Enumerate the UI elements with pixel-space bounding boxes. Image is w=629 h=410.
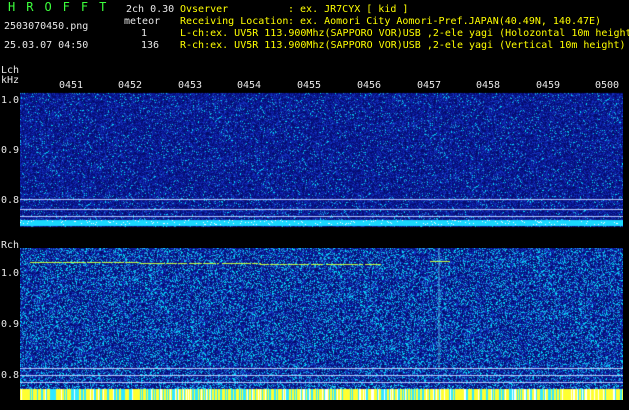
observer-label: Ovserver [180,4,229,15]
rch-spectrogram [20,248,623,400]
lch-time-0500: 0500 [595,80,620,91]
lch-info: L-ch:ex. UV5R 113.900Mhz(SAPPORO VOR)USB… [180,28,629,39]
lch-time-0458: 0458 [476,80,501,91]
meteor-count-lch: 1 [141,28,148,39]
lch-ytick-0-9: 0.9 [1,145,20,156]
lch-time-0451: 0451 [59,80,84,91]
rch-info: R-ch:ex. UV5R 113.900Mhz(SAPPORO VOR)USB… [180,40,626,51]
lch-time-0455: 0455 [297,80,322,91]
meteor-label: meteor [124,16,161,27]
app-brand: HROFFT [8,0,118,14]
rch-ytick-0-9: 0.9 [1,319,20,330]
lch-ytick-0-8: 0.8 [1,195,20,206]
lch-time-0453: 0453 [178,80,203,91]
channel-mode-label: 2ch 0.30 [126,4,175,15]
location-value: : ex. Aomori City Aomori-Pref.JAPAN(40.4… [288,16,602,27]
lch-time-0452: 0452 [118,80,143,91]
meteor-count-rch: 136 [141,40,160,51]
rch-channel-label: Rch [1,240,20,251]
datetime-label: 25.03.07 04:50 [4,40,89,51]
location-label: Receiving Location [180,16,289,27]
observer-value: : ex. JR7CYX [ kid ] [288,4,409,15]
lch-time-0457: 0457 [417,80,442,91]
lch-unit-label: kHz [1,75,20,86]
lch-ytick-1-0: 1.0 [1,95,20,106]
filename-label: 2503070450.png [4,21,89,32]
lch-time-0456: 0456 [357,80,382,91]
rch-ytick-0-8: 0.8 [1,370,20,381]
lch-time-0454: 0454 [237,80,262,91]
lch-time-0459: 0459 [536,80,561,91]
lch-spectrogram [20,79,623,232]
rch-ytick-1-0: 1.0 [1,268,20,279]
